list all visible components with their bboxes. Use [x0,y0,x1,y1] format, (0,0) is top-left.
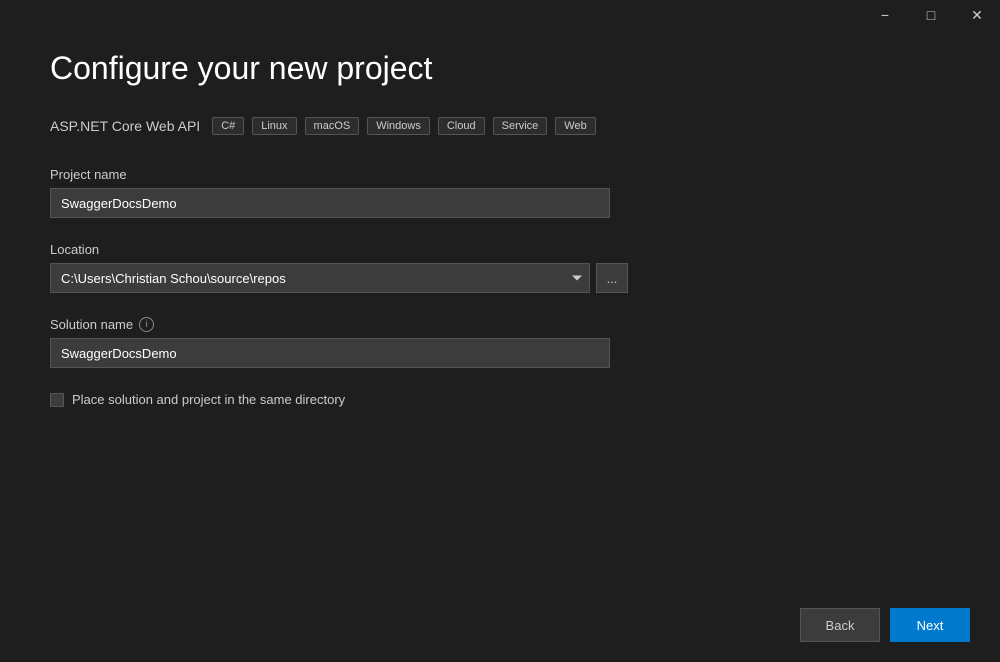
back-button[interactable]: Back [800,608,880,642]
next-button[interactable]: Next [890,608,970,642]
project-name-section: Project name [50,167,950,218]
tag-cloud: Cloud [438,117,485,135]
tag-windows: Windows [367,117,430,135]
project-type-label: ASP.NET Core Web API [50,118,200,134]
same-directory-checkbox[interactable] [50,393,64,407]
main-content: Configure your new project ASP.NET Core … [0,0,1000,407]
solution-name-label: Solution name i [50,317,950,332]
tag-macos: macOS [305,117,360,135]
tag-service: Service [493,117,548,135]
tag-web: Web [555,117,595,135]
location-label: Location [50,242,950,257]
solution-name-input[interactable] [50,338,610,368]
location-row: C:\Users\Christian Schou\source\repos ..… [50,263,950,293]
solution-name-section: Solution name i [50,317,950,368]
page-title: Configure your new project [50,50,950,87]
tag-csharp: C# [212,117,244,135]
project-name-input[interactable] [50,188,610,218]
project-name-label: Project name [50,167,950,182]
same-directory-row: Place solution and project in the same d… [50,392,950,407]
location-section: Location C:\Users\Christian Schou\source… [50,242,950,293]
location-select-wrapper: C:\Users\Christian Schou\source\repos [50,263,590,293]
browse-button[interactable]: ... [596,263,628,293]
subtitle-row: ASP.NET Core Web API C# Linux macOS Wind… [50,117,950,135]
same-directory-label[interactable]: Place solution and project in the same d… [72,392,345,407]
bottom-bar: Back Next [800,608,970,642]
location-select[interactable]: C:\Users\Christian Schou\source\repos [50,263,590,293]
tag-linux: Linux [252,117,296,135]
info-icon[interactable]: i [139,317,154,332]
